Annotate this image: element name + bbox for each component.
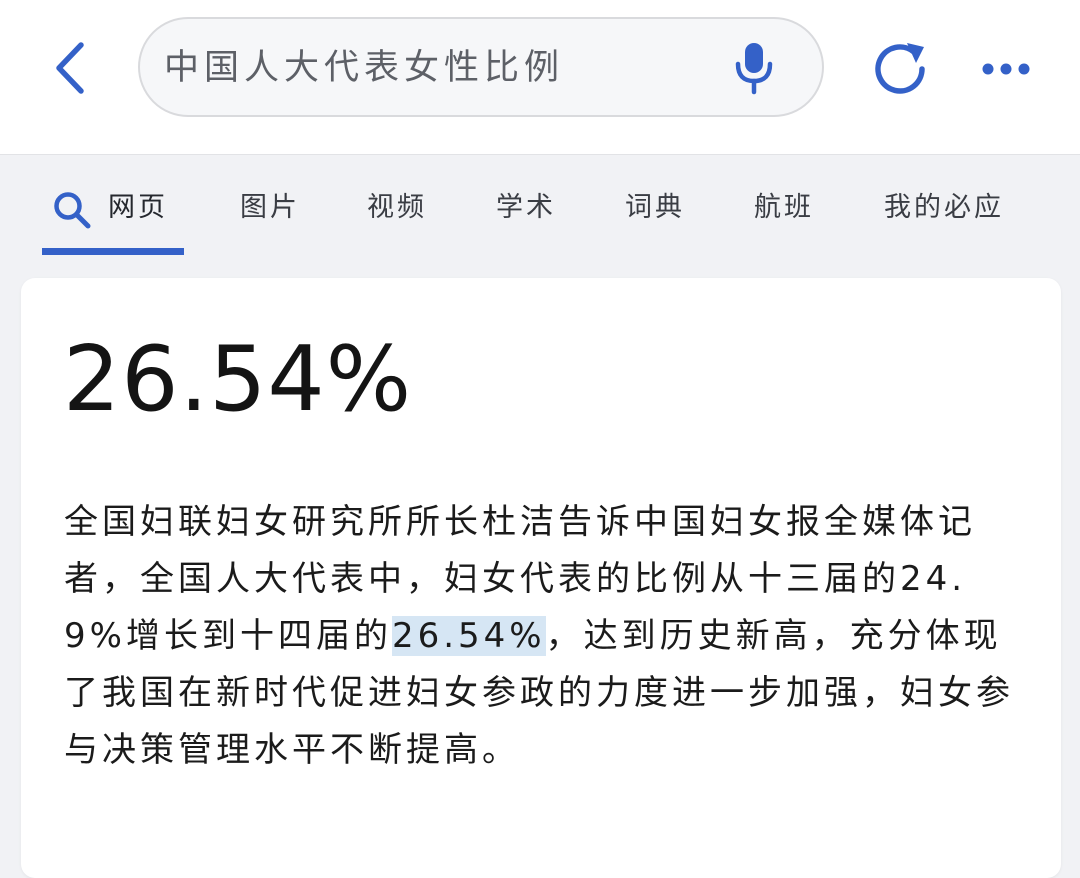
- active-tab-indicator: [42, 248, 184, 255]
- search-tabs: 网页 图片 视频 学术 词典 航班 我的必应: [0, 155, 1080, 261]
- refresh-icon: [875, 43, 925, 94]
- top-bar: 中国人大代表女性比例: [0, 0, 1080, 155]
- tab-web[interactable]: 网页: [42, 183, 184, 233]
- more-horizontal-icon: [982, 63, 1030, 75]
- answer-value: 26.54%: [63, 327, 413, 432]
- tab-label: 网页: [108, 192, 168, 223]
- more-options-button[interactable]: [978, 48, 1034, 90]
- tab-videos[interactable]: 视频: [367, 183, 427, 233]
- answer-card: 26.54% 全国妇联妇女研究所所长杜洁告诉中国妇女报全媒体记者，全国人大代表中…: [21, 278, 1061, 878]
- search-query-text: 中国人大代表女性比例: [164, 48, 565, 88]
- search-icon: [54, 192, 91, 229]
- microphone-icon: [735, 43, 773, 95]
- chevron-left-icon: [56, 42, 84, 94]
- tab-flights[interactable]: 航班: [754, 183, 814, 233]
- tab-dictionary[interactable]: 词典: [625, 183, 685, 233]
- tab-images[interactable]: 图片: [240, 183, 300, 233]
- tab-my-bing[interactable]: 我的必应: [884, 183, 1004, 233]
- back-button[interactable]: [40, 36, 100, 100]
- snippet-highlight: 26.54%: [391, 616, 546, 656]
- answer-snippet: 全国妇联妇女研究所所长杜洁告诉中国妇女报全媒体记者，全国人大代表中，妇女代表的比…: [64, 494, 1024, 779]
- tab-academic[interactable]: 学术: [496, 183, 556, 233]
- search-input[interactable]: 中国人大代表女性比例: [138, 17, 824, 117]
- refresh-button[interactable]: [868, 38, 932, 100]
- voice-search-button[interactable]: [734, 41, 774, 95]
